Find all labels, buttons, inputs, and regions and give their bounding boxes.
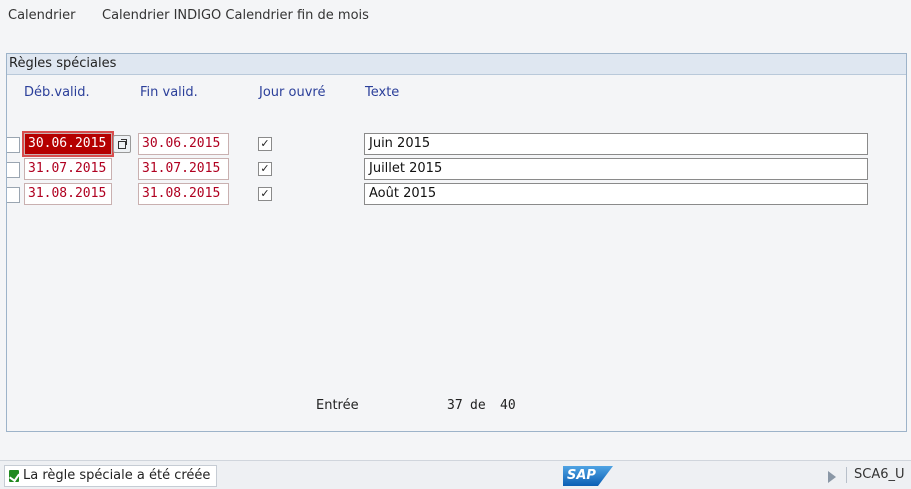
column-header-start[interactable]: Déb.valid.	[24, 85, 90, 100]
table-row: 31.07.2015 31.07.2015 ✓ Juillet 2015	[7, 158, 906, 180]
special-rules-panel: Règles spéciales Déb.valid. Fin valid. J…	[6, 53, 907, 432]
entry-total: 40	[500, 398, 516, 413]
workday-checkbox[interactable]: ✓	[258, 187, 272, 201]
value-help-icon[interactable]	[113, 135, 131, 153]
status-text: La règle spéciale a été créée	[23, 468, 211, 483]
end-date-field[interactable]: 31.08.2015	[138, 183, 229, 205]
play-icon[interactable]	[828, 471, 836, 483]
sap-logo: SAP	[563, 466, 613, 486]
start-date-field[interactable]: 31.08.2015	[24, 183, 112, 205]
workday-checkbox[interactable]: ✓	[258, 162, 272, 176]
success-icon	[9, 470, 19, 482]
table-row: 31.08.2015 31.08.2015 ✓ Août 2015	[7, 183, 906, 205]
row-selector[interactable]	[7, 137, 20, 153]
text-field[interactable]: Juin 2015	[364, 133, 868, 155]
entry-of: de	[470, 398, 486, 413]
status-bar: La règle spéciale a été créée SAP SCA6_U	[0, 460, 911, 489]
status-message[interactable]: La règle spéciale a été créée	[4, 465, 218, 487]
text-field[interactable]: Août 2015	[364, 183, 868, 205]
column-header-end[interactable]: Fin valid.	[140, 85, 198, 100]
calendar-value: Calendrier INDIGO Calendrier fin de mois	[102, 8, 369, 23]
entry-label: Entrée	[316, 398, 359, 413]
row-selector[interactable]	[7, 162, 20, 178]
row-selector[interactable]	[7, 187, 20, 203]
calendar-label: Calendrier	[8, 8, 76, 23]
status-divider	[846, 467, 847, 483]
panel-title: Règles spéciales	[7, 54, 906, 75]
text-field[interactable]: Juillet 2015	[364, 158, 868, 180]
end-date-field[interactable]: 31.07.2015	[138, 158, 229, 180]
entry-current: 37	[447, 398, 463, 413]
start-date-field[interactable]: 30.06.2015	[22, 131, 114, 157]
end-date-field[interactable]: 30.06.2015	[138, 133, 229, 155]
column-header-workday[interactable]: Jour ouvré	[259, 85, 325, 100]
table-row: 30.06.2015 30.06.2015 ✓ Juin 2015	[7, 131, 906, 157]
workday-checkbox[interactable]: ✓	[258, 137, 272, 151]
system-id: SCA6_U	[854, 467, 905, 482]
column-header-text[interactable]: Texte	[365, 85, 399, 100]
start-date-field[interactable]: 31.07.2015	[24, 158, 112, 180]
